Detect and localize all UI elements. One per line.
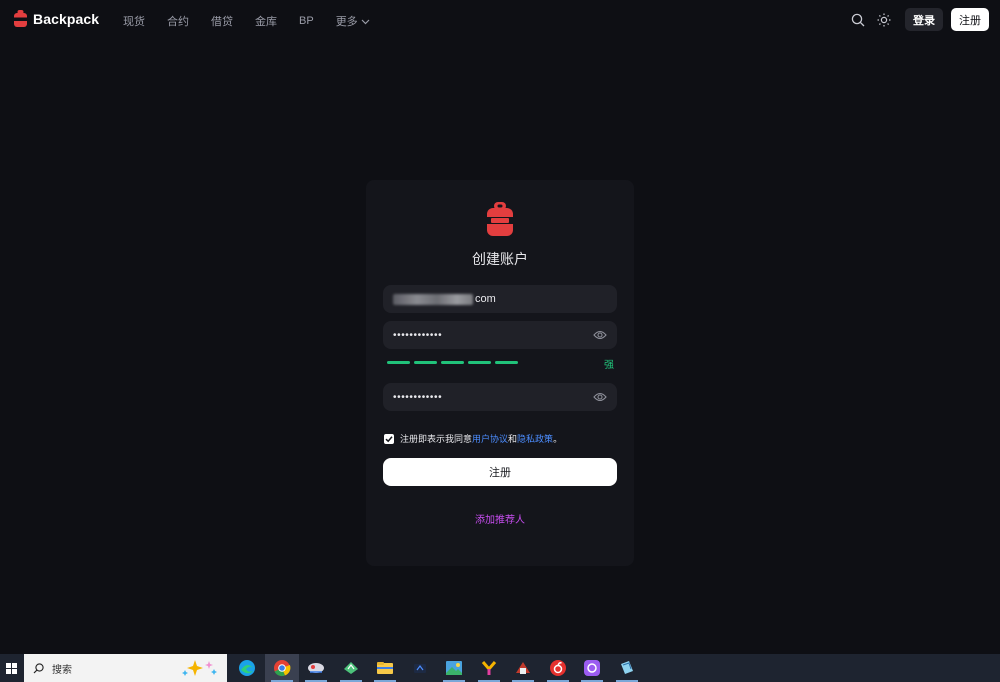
netease-music-icon[interactable]	[541, 654, 576, 682]
app6-icon[interactable]	[403, 654, 438, 682]
sparkle-icon	[182, 660, 217, 676]
app9-icon[interactable]	[506, 654, 541, 682]
terms-prefix: 注册即表示我同意	[400, 434, 473, 444]
sun-icon[interactable]	[876, 12, 892, 28]
confirm-password-field[interactable]: ••••••••••••	[383, 383, 617, 411]
nav-item-spot[interactable]: 现货	[123, 13, 145, 29]
backpack-logo-icon	[14, 10, 27, 27]
chrome-icon[interactable]	[264, 654, 299, 682]
strength-segment	[468, 361, 491, 364]
strength-segment	[495, 361, 518, 364]
strength-segment	[414, 361, 437, 364]
password-strength-meter	[387, 361, 615, 365]
file-explorer-icon[interactable]	[368, 654, 403, 682]
email-value-suffix: com	[475, 293, 496, 305]
terms-agreement: 注册即表示我同意 用户协议 和 隐私政策 。	[384, 432, 562, 445]
privacy-policy-link[interactable]: 隐私政策	[517, 432, 553, 445]
eye-icon[interactable]	[593, 390, 607, 408]
taskbar: 搜索	[0, 654, 1000, 682]
chevron-down-icon	[361, 19, 370, 24]
search-icon	[33, 662, 44, 673]
brand-name: Backpack	[33, 10, 100, 27]
signup-button[interactable]: 注册	[951, 8, 989, 31]
password-mask: ••••••••••••	[393, 329, 443, 341]
submit-signup-button[interactable]: 注册	[383, 458, 617, 486]
nav-item-more-label: 更多	[335, 16, 358, 28]
windows-start-icon[interactable]	[0, 654, 22, 682]
email-field[interactable]: com	[383, 285, 617, 313]
checkmark-icon	[385, 435, 393, 442]
strength-segment	[441, 361, 464, 364]
app3-icon[interactable]	[299, 654, 334, 682]
nav-item-bp[interactable]: BP	[299, 13, 314, 29]
terms-and: 和	[508, 434, 518, 444]
app11-icon[interactable]	[575, 654, 610, 682]
login-button[interactable]: 登录	[905, 8, 943, 31]
nav-item-more[interactable]: 更多	[336, 13, 370, 29]
user-agreement-link[interactable]: 用户协议	[472, 432, 508, 445]
nav-item-futures[interactable]: 合约	[167, 13, 189, 29]
top-nav: Backpack 现货 合约 借贷 金库 BP 更多 登录 注册	[0, 0, 1000, 40]
app8-icon[interactable]	[472, 654, 507, 682]
header-tools: 登录 注册	[850, 8, 989, 31]
nav-item-lending[interactable]: 借贷	[211, 13, 233, 29]
main-nav: 现货 合约 借贷 金库 BP 更多	[123, 13, 392, 29]
taskbar-search-box[interactable]: 搜索	[24, 654, 227, 682]
search-icon[interactable]	[850, 12, 866, 28]
redacted-email	[393, 293, 473, 305]
backpack-logo-icon	[487, 202, 513, 236]
taskbar-search-placeholder: 搜索	[52, 664, 72, 676]
nav-item-vault[interactable]: 金库	[255, 13, 277, 29]
confirm-password-mask: ••••••••••••	[393, 391, 443, 403]
add-referrer-link[interactable]: 添加推荐人	[366, 511, 634, 526]
app4-icon[interactable]	[334, 654, 369, 682]
terms-suffix: 。	[553, 434, 563, 444]
password-field[interactable]: ••••••••••••	[383, 321, 617, 349]
app12-icon[interactable]	[610, 654, 645, 682]
photos-icon[interactable]	[437, 654, 472, 682]
terms-checkbox[interactable]	[384, 433, 394, 444]
signup-card: 创建账户 com •••••••••••• 强 •••••••••••• 注册即…	[366, 180, 634, 566]
brand-logo[interactable]: Backpack	[14, 10, 99, 27]
strength-label: 强	[604, 360, 614, 371]
strength-segment	[387, 361, 410, 364]
taskbar-apps	[230, 654, 644, 682]
page-title: 创建账户	[472, 251, 528, 267]
eye-icon[interactable]	[593, 328, 607, 346]
edge-icon[interactable]	[230, 654, 265, 682]
